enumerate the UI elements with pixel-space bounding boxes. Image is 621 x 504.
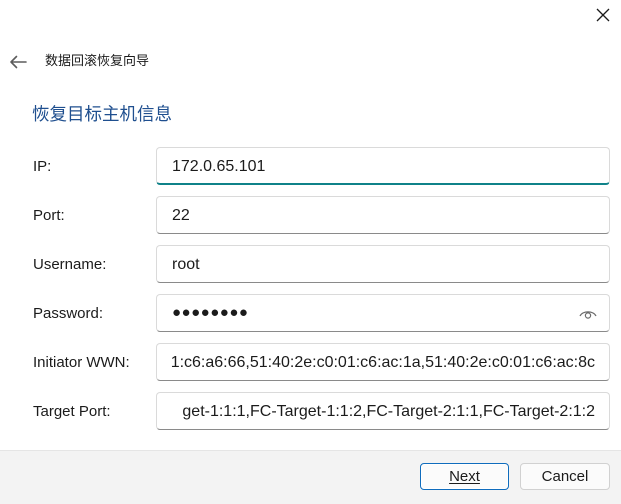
next-button[interactable]: Next — [420, 463, 509, 490]
wizard-title: 数据回滚恢复向导 — [45, 54, 150, 69]
initiator-wwn-input[interactable]: 1:c6:a6:66,51:40:2e:c0:01:c6:ac:1a,51:40… — [156, 343, 610, 381]
password-row: Password: ●●●●●●●● — [0, 294, 621, 334]
ip-label: IP: — [33, 158, 52, 175]
eye-icon — [579, 311, 597, 319]
target-port-input[interactable]: get-1:1:1,FC-Target-1:1:2,FC-Target-2:1:… — [156, 392, 610, 430]
target-port-label: Target Port: — [33, 403, 111, 420]
cancel-button-label: Cancel — [541, 468, 589, 485]
wizard-header: 数据回滚恢复向导 — [0, 46, 621, 78]
target-port-row: Target Port: get-1:1:1,FC-Target-1:1:2,F… — [0, 392, 621, 432]
password-value: ●●●●●●●● — [172, 304, 249, 321]
cancel-button[interactable]: Cancel — [520, 463, 610, 490]
ip-row: IP: 172.0.65.101 — [0, 147, 621, 187]
ip-value: 172.0.65.101 — [172, 158, 266, 175]
back-arrow-icon — [10, 55, 27, 69]
port-input[interactable]: 22 — [156, 196, 610, 234]
footer-bar: Next Cancel — [0, 450, 621, 504]
initiator-wwn-row: Initiator WWN: 1:c6:a6:66,51:40:2e:c0:01… — [0, 343, 621, 383]
target-port-value: get-1:1:1,FC-Target-1:1:2,FC-Target-2:1:… — [182, 403, 595, 420]
username-input[interactable]: root — [156, 245, 610, 283]
next-button-label: Next — [449, 468, 480, 485]
password-input[interactable]: ●●●●●●●● — [156, 294, 610, 332]
username-value: root — [172, 256, 200, 273]
username-row: Username: root — [0, 245, 621, 285]
initiator-wwn-value: 1:c6:a6:66,51:40:2e:c0:01:c6:ac:1a,51:40… — [170, 354, 595, 371]
port-row: Port: 22 — [0, 196, 621, 236]
back-button[interactable] — [4, 46, 32, 78]
wizard-window: 数据回滚恢复向导 恢复目标主机信息 IP: 172.0.65.101 Port:… — [0, 0, 621, 504]
close-icon — [596, 8, 610, 22]
username-label: Username: — [33, 256, 107, 273]
close-button[interactable] — [588, 0, 618, 30]
port-value: 22 — [172, 207, 190, 224]
initiator-wwn-label: Initiator WWN: — [33, 354, 130, 371]
ip-input[interactable]: 172.0.65.101 — [156, 147, 610, 185]
password-label: Password: — [33, 305, 104, 322]
port-label: Port: — [33, 207, 65, 224]
section-title: 恢复目标主机信息 — [32, 105, 172, 125]
reveal-password-button[interactable] — [577, 305, 599, 323]
